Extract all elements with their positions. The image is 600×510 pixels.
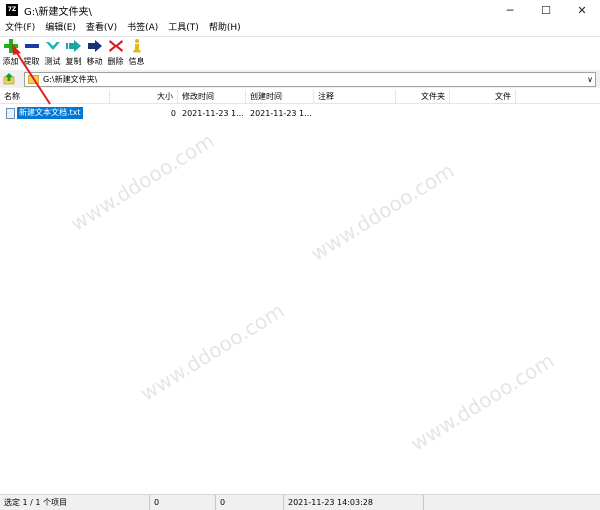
column-size[interactable]: 大小 — [110, 90, 178, 104]
extract-button[interactable]: 提取 — [21, 37, 42, 70]
minimize-button[interactable]: ─ — [492, 0, 528, 20]
path-text: G:\新建文件夹\ — [43, 75, 98, 84]
add-button[interactable]: 添加 — [0, 37, 21, 70]
minus-icon — [24, 44, 39, 48]
status-packed-size: 0 — [216, 495, 284, 510]
plus-icon — [3, 39, 18, 53]
add-label: 添加 — [2, 57, 19, 66]
toolbar: 添加 提取 测试 复制 移动 删除 信息 — [0, 36, 600, 70]
column-comment[interactable]: 注释 — [314, 90, 396, 104]
file-created: 2021-11-23 1... — [250, 109, 312, 118]
status-bar: 选定 1 / 1 个项目 0 0 2021-11-23 14:03:28 — [0, 494, 600, 510]
file-modified: 2021-11-23 1... — [182, 109, 244, 118]
menu-bookmarks[interactable]: 书签(A) — [122, 20, 163, 36]
info-button[interactable]: 信息 — [126, 37, 147, 70]
delete-label: 删除 — [107, 57, 124, 66]
column-modified[interactable]: 修改时间 — [178, 90, 246, 104]
status-size: 0 — [150, 495, 216, 510]
status-time: 2021-11-23 14:03:28 — [284, 495, 424, 510]
up-folder-icon — [3, 73, 15, 85]
title-bar: 7Z G:\新建文件夹\ ─ ☐ ✕ — [0, 0, 600, 20]
app-icon: 7Z — [6, 4, 18, 16]
menu-view[interactable]: 查看(V) — [81, 20, 122, 36]
menu-bar: 文件(F) 编辑(E) 查看(V) 书签(A) 工具(T) 帮助(H) — [0, 20, 600, 36]
copy-arrow-icon — [65, 40, 81, 52]
menu-help[interactable]: 帮助(H) — [204, 20, 246, 36]
column-created[interactable]: 创建时间 — [246, 90, 314, 104]
status-selected: 选定 1 / 1 个项目 — [0, 495, 150, 510]
folder-icon — [28, 75, 39, 84]
watermark: www.ddooo.com — [306, 158, 459, 266]
path-input[interactable]: G:\新建文件夹\ ∨ — [24, 72, 596, 87]
column-folders[interactable]: 文件夹 — [396, 90, 450, 104]
watermark: www.ddooo.com — [406, 348, 559, 456]
move-label: 移动 — [86, 57, 103, 66]
table-row[interactable]: 新建文本文档.txt 0 2021-11-23 1... 2021-11-23 … — [0, 107, 600, 120]
window-title: G:\新建文件夹\ — [24, 6, 92, 18]
copy-label: 复制 — [65, 57, 82, 66]
column-name[interactable]: 名称 — [0, 90, 110, 104]
extract-label: 提取 — [23, 57, 40, 66]
test-label: 测试 — [44, 57, 61, 66]
delete-button[interactable]: 删除 — [105, 37, 126, 70]
chevron-down-icon[interactable]: ∨ — [587, 73, 593, 86]
close-button[interactable]: ✕ — [564, 0, 600, 20]
info-icon — [133, 39, 140, 53]
menu-tools[interactable]: 工具(T) — [163, 20, 204, 36]
list-header: 名称 大小 修改时间 创建时间 注释 文件夹 文件 — [0, 90, 600, 104]
text-file-icon — [6, 108, 15, 119]
menu-edit[interactable]: 编辑(E) — [40, 20, 81, 36]
up-folder-button[interactable] — [0, 71, 18, 87]
copy-button[interactable]: 复制 — [63, 37, 84, 70]
info-label: 信息 — [128, 57, 145, 66]
watermark: www.ddooo.com — [136, 298, 289, 406]
column-files[interactable]: 文件 — [450, 90, 516, 104]
window-controls: ─ ☐ ✕ — [492, 0, 600, 20]
move-button[interactable]: 移动 — [84, 37, 105, 70]
watermark: www.ddooo.com — [66, 128, 219, 236]
file-list: 名称 大小 修改时间 创建时间 注释 文件夹 文件 新建文本文档.txt 0 2… — [0, 90, 600, 492]
delete-x-icon — [108, 40, 123, 52]
test-button[interactable]: 测试 — [42, 37, 63, 70]
maximize-button[interactable]: ☐ — [528, 0, 564, 20]
file-name[interactable]: 新建文本文档.txt — [17, 107, 83, 119]
address-bar: G:\新建文件夹\ ∨ — [0, 70, 600, 88]
menu-file[interactable]: 文件(F) — [0, 20, 40, 36]
check-icon — [45, 42, 60, 50]
move-arrow-icon — [87, 40, 102, 52]
file-size: 0 — [170, 109, 176, 118]
